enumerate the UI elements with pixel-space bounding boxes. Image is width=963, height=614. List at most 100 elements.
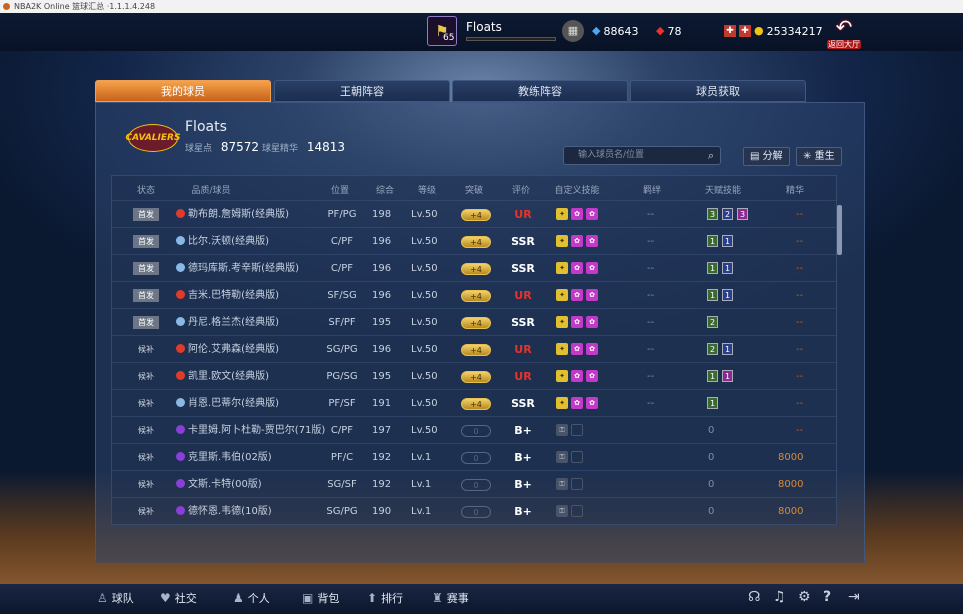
talent-badge[interactable]: 2 — [707, 343, 718, 355]
player-name[interactable]: 卡里姆.阿卜杜勒-贾巴尔(71版) — [176, 417, 325, 444]
tab-my-players[interactable]: 我的球员 — [95, 80, 271, 102]
talent-badge[interactable]: 3 — [737, 208, 748, 220]
talent-badge[interactable]: 3 — [707, 208, 718, 220]
skill-icon[interactable] — [571, 478, 583, 490]
player-name[interactable]: 克里斯.韦伯(02版) — [176, 444, 272, 471]
nav-trophy-cup[interactable]: ⬆ 排行 — [367, 590, 403, 606]
ticket-balance[interactable]: ◆ 78 — [656, 24, 681, 38]
table-row[interactable]: 候补 德怀恩.韦德(10版) SG/PG 190 Lv.1 0 B+ ⚿ 0 8000 — [111, 497, 837, 524]
skill-icon[interactable]: ✿ — [571, 208, 583, 220]
table-row[interactable]: 首发 丹尼.格兰杰(经典版) SF/PF 195 Lv.50 +4 SSR ✦ ✿ ✿ -- 2 -- — [111, 308, 837, 335]
player-name[interactable]: 比尔.沃顿(经典版) — [176, 228, 269, 255]
skill-icon[interactable]: ✿ — [586, 397, 598, 409]
skill-icon[interactable]: ✦ — [556, 343, 568, 355]
table-row[interactable]: 候补 肖恩.巴蒂尔(经典版) PF/SF 191 Lv.50 +4 SSR ✦ ✿ ✿ -- 1 -- — [111, 389, 837, 416]
exit-icon[interactable]: ⇥ — [848, 589, 860, 605]
skill-icon[interactable]: ✿ — [571, 316, 583, 328]
player-name[interactable]: 吉米.巴特勒(经典版) — [176, 282, 279, 309]
player-name[interactable]: 凯里.欧文(经典版) — [176, 363, 269, 390]
talent-badge[interactable]: 1 — [722, 235, 733, 247]
search-icon[interactable]: ⌕ — [708, 147, 714, 164]
skill-icon[interactable]: ✿ — [586, 262, 598, 274]
nav-user[interactable]: ♙ 球队 — [97, 590, 134, 606]
talent-badge[interactable]: 1 — [707, 235, 718, 247]
skill-icon[interactable] — [571, 424, 583, 436]
skill-icon[interactable]: ✦ — [556, 262, 568, 274]
skill-icon[interactable]: ✿ — [586, 235, 598, 247]
skill-icon[interactable]: ✦ — [556, 235, 568, 247]
nav-trophy[interactable]: ♜ 赛事 — [432, 590, 469, 606]
talent-badge[interactable]: 1 — [722, 343, 733, 355]
skill-icon[interactable]: ✿ — [571, 289, 583, 301]
talent-badge[interactable]: 1 — [707, 397, 718, 409]
help-icon[interactable]: ? — [823, 589, 831, 605]
skill-icon[interactable]: ✿ — [571, 397, 583, 409]
player-name[interactable]: 文斯.卡特(00版) — [176, 471, 262, 498]
talent-badge[interactable]: 1 — [707, 262, 718, 274]
table-row[interactable]: 首发 吉米.巴特勒(经典版) SF/SG 196 Lv.50 +4 UR ✦ ✿ ✿ -- 1 1 -- — [111, 281, 837, 308]
table-row[interactable]: 首发 勒布朗.詹姆斯(经典版) PF/PG 198 Lv.50 +4 UR ✦ ✿ ✿ -- 3 2 3-… — [111, 200, 837, 227]
table-row[interactable]: 候补 阿伦.艾弗森(经典版) SG/PG 196 Lv.50 +4 UR ✦ ✿ ✿ -- 2 1 -- — [111, 335, 837, 362]
talent-badge[interactable]: 1 — [707, 289, 718, 301]
table-row[interactable]: 候补 凯里.欧文(经典版) PG/SG 195 Lv.50 +4 UR ✦ ✿ ✿ -- 1 1 -- — [111, 362, 837, 389]
tab-player-acquire[interactable]: 球员获取 — [630, 80, 806, 102]
skill-icon[interactable]: ✦ — [556, 370, 568, 382]
talent-badge[interactable]: 2 — [722, 208, 733, 220]
skill-icon[interactable]: ✦ — [556, 208, 568, 220]
player-name[interactable]: 丹尼.格兰杰(经典版) — [176, 309, 279, 336]
talent-badge[interactable]: 1 — [707, 370, 718, 382]
nav-person[interactable]: ♟ 个人 — [233, 590, 270, 606]
lock-icon[interactable]: ⚿ — [556, 451, 568, 463]
skill-icon[interactable] — [571, 451, 583, 463]
skill-icon[interactable]: ✿ — [586, 208, 598, 220]
table-row[interactable]: 候补 文斯.卡特(00版) SG/SF 192 Lv.1 0 B+ ⚿ 0 8000 — [111, 470, 837, 497]
table-row[interactable]: 候补 克里斯.韦伯(02版) PF/C 192 Lv.1 0 B+ ⚿ 0 8000 — [111, 443, 837, 470]
breakthrough-badge: +4 — [461, 209, 491, 221]
player-name[interactable]: 德怀恩.韦德(10版) — [176, 498, 272, 525]
gear-icon[interactable]: ⚙ — [798, 589, 811, 605]
tab-dynasty-lineup[interactable]: 王朝阵容 — [274, 80, 450, 102]
talent-badge[interactable]: 1 — [722, 370, 733, 382]
rebirth-button[interactable]: ✳ 重生 — [796, 147, 842, 166]
tab-coach-lineup[interactable]: 教练阵容 — [452, 80, 628, 102]
headset-icon[interactable]: ☊ — [748, 589, 760, 605]
plus-icon[interactable]: ✚ — [724, 25, 736, 37]
skill-icon[interactable]: ✿ — [571, 235, 583, 247]
plus-icon[interactable]: ✚ — [739, 25, 751, 37]
skill-icon[interactable]: ✦ — [556, 316, 568, 328]
skill-icon[interactable]: ✦ — [556, 397, 568, 409]
skill-icon[interactable] — [571, 505, 583, 517]
player-name[interactable]: 阿伦.艾弗森(经典版) — [176, 336, 279, 363]
search-input[interactable]: 输入球员名/位置 ⌕ — [563, 146, 721, 165]
table-row[interactable]: 首发 比尔.沃顿(经典版) C/PF 196 Lv.50 +4 SSR ✦ ✿ ✿ -- 1 1 -- — [111, 227, 837, 254]
skill-icon[interactable]: ✿ — [571, 262, 583, 274]
lock-icon[interactable]: ⚿ — [556, 424, 568, 436]
talent-badge[interactable]: 1 — [722, 262, 733, 274]
nav-bag[interactable]: ▣ 背包 — [302, 590, 339, 606]
decompose-button[interactable]: ▤ 分解 — [743, 147, 790, 166]
diamond-balance[interactable]: ◆ 88643 — [592, 24, 638, 38]
scrollbar[interactable] — [837, 205, 842, 255]
skill-icon[interactable]: ✿ — [586, 370, 598, 382]
player-name[interactable]: 德玛库斯.考辛斯(经典版) — [176, 255, 299, 282]
table-row[interactable]: 候补 卡里姆.阿卜杜勒-贾巴尔(71版) C/PF 197 Lv.50 0 B+ ⚿ 0 -- — [111, 416, 837, 443]
music-icon[interactable]: ♫ — [773, 589, 786, 605]
player-name[interactable]: 勒布朗.詹姆斯(经典版) — [176, 201, 289, 228]
breakthrough-badge: 0 — [461, 479, 491, 491]
skill-icon[interactable]: ✿ — [586, 316, 598, 328]
vip-badge[interactable]: ▦ — [562, 20, 584, 42]
nav-heart[interactable]: ♥ 社交 — [160, 590, 197, 606]
talent-badge[interactable]: 2 — [707, 316, 718, 328]
skill-icon[interactable]: ✿ — [571, 343, 583, 355]
lock-icon[interactable]: ⚿ — [556, 505, 568, 517]
back-to-lobby-button[interactable]: ↶ 返回大厅 — [826, 17, 862, 49]
skill-icon[interactable]: ✦ — [556, 289, 568, 301]
lock-icon[interactable]: ⚿ — [556, 478, 568, 490]
skill-icon[interactable]: ✿ — [586, 289, 598, 301]
talent-badge[interactable]: 1 — [722, 289, 733, 301]
table-row[interactable]: 首发 德玛库斯.考辛斯(经典版) C/PF 196 Lv.50 +4 SSR ✦ ✿ ✿ -- 1 1-… — [111, 254, 837, 281]
player-name[interactable]: 肖恩.巴蒂尔(经典版) — [176, 390, 279, 417]
skill-icon[interactable]: ✿ — [586, 343, 598, 355]
skill-icon[interactable]: ✿ — [571, 370, 583, 382]
coin-balance[interactable]: ✚ ✚ ● 25334217 — [724, 24, 823, 38]
